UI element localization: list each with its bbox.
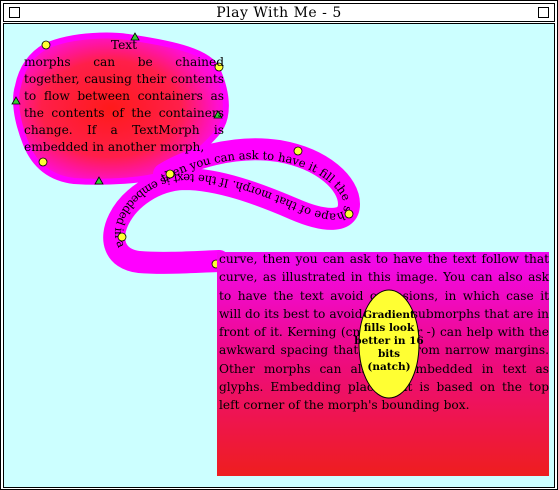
window-title: Play With Me - 5 xyxy=(216,5,342,21)
chained-text-block[interactable]: Text morphs can be chained together, cau… xyxy=(24,37,224,156)
text-block-1-body: morphs can be chained together, causing … xyxy=(24,55,224,154)
window: Play With Me - 5 then you can ask to hav… xyxy=(0,0,558,490)
collapse-box-icon[interactable] xyxy=(538,7,549,18)
world-canvas[interactable]: then you can ask to have it fill the sha… xyxy=(3,23,555,488)
text-block-2[interactable]: curve, then you can ask to have the text… xyxy=(219,250,549,415)
text-block-1-line-1: Text xyxy=(110,38,138,52)
title-bar[interactable]: Play With Me - 5 xyxy=(3,3,555,22)
